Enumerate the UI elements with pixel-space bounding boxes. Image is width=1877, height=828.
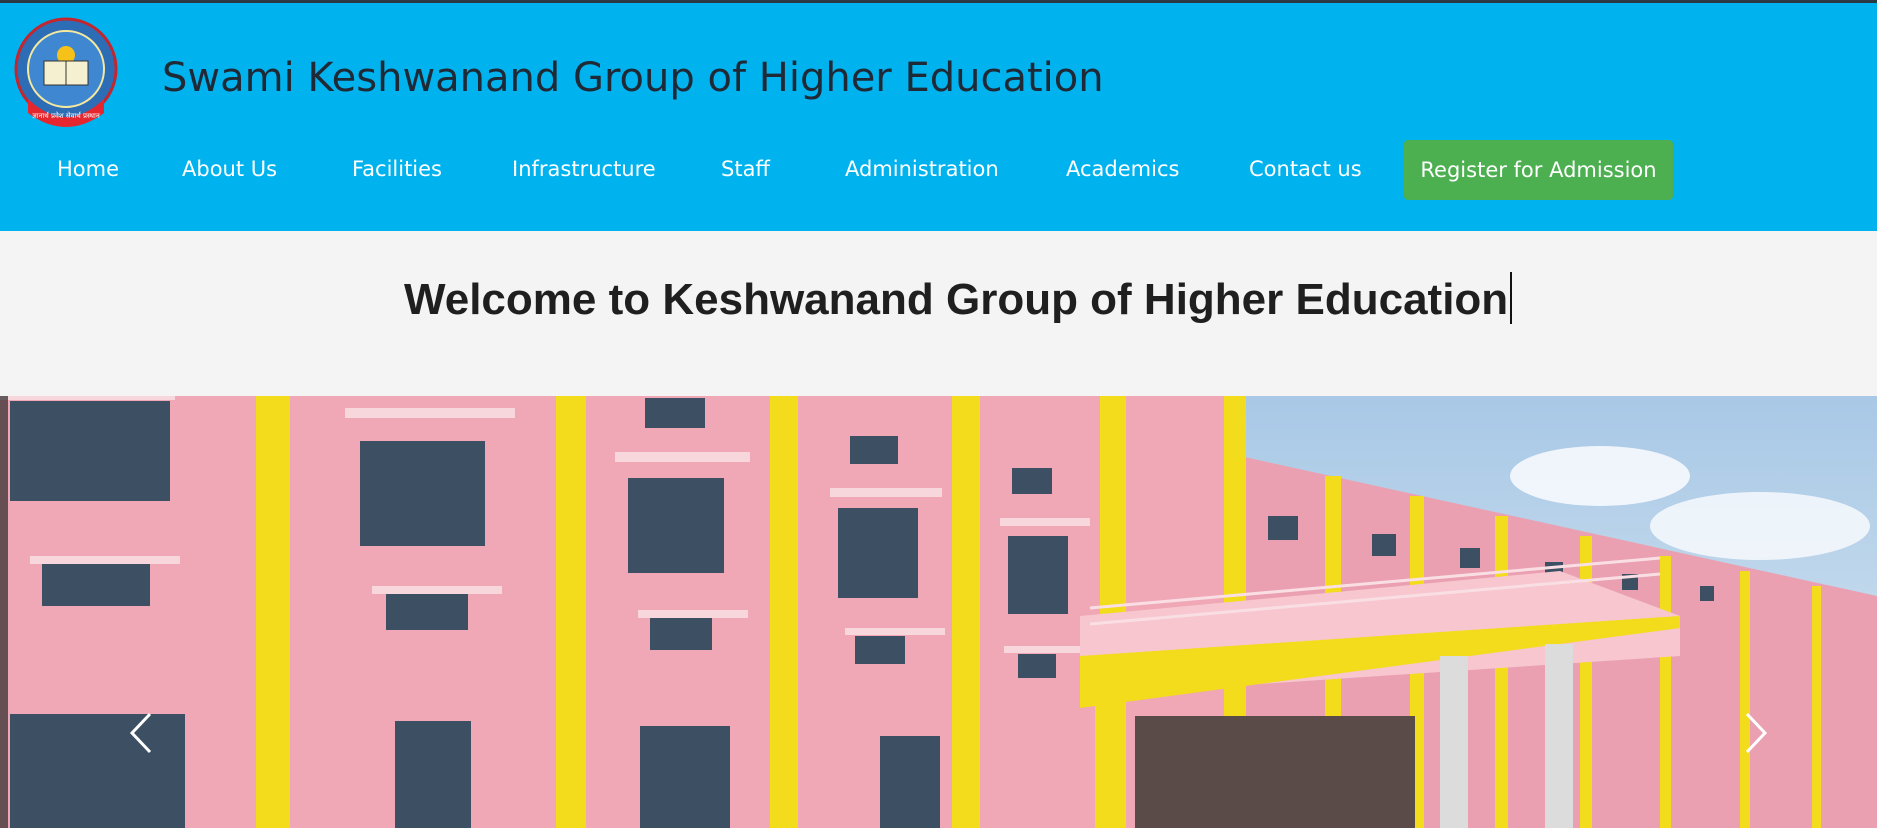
site-title: Swami Keshwanand Group of Higher Educati… [162, 55, 1104, 101]
register-for-admission-button[interactable]: Register for Admission [1404, 140, 1673, 200]
carousel-prev-button[interactable] [122, 708, 162, 758]
nav-administration[interactable]: Administration [845, 157, 999, 181]
logo-banner-text: ज्ञानार्थ प्रवेश सेवार्थ प्रस्थान [32, 111, 100, 120]
text-caret [1510, 272, 1513, 324]
carousel-next-button[interactable] [1735, 708, 1775, 758]
nav-home[interactable]: Home [57, 157, 119, 181]
nav-infrastructure[interactable]: Infrastructure [512, 157, 656, 181]
chevron-left-icon [129, 712, 152, 754]
site-header: ज्ञानार्थ प्रवेश सेवार्थ प्रस्थान Swami … [0, 3, 1877, 231]
welcome-text: Welcome to Keshwanand Group of Higher Ed… [404, 275, 1509, 324]
nav-about-us[interactable]: About Us [182, 157, 277, 181]
nav-facilities[interactable]: Facilities [352, 157, 442, 181]
college-logo[interactable]: ज्ञानार्थ प्रवेश सेवार्थ प्रस्थान [14, 17, 118, 129]
image-carousel[interactable] [0, 396, 1877, 828]
nav-staff[interactable]: Staff [721, 157, 770, 181]
nav-academics[interactable]: Academics [1066, 157, 1179, 181]
nav-contact-us[interactable]: Contact us [1249, 157, 1362, 181]
campus-building-image [0, 396, 1877, 828]
welcome-heading: Welcome to Keshwanand Group of Higher Ed… [404, 272, 1513, 325]
chevron-right-icon [1745, 712, 1768, 754]
